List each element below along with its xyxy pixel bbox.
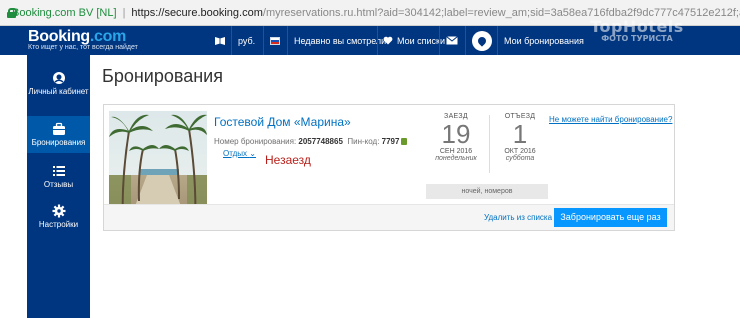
heart-icon [383, 36, 393, 45]
nights-rooms-summary: ночей, номеров [426, 184, 548, 199]
deals-icon[interactable] [214, 26, 226, 55]
currency-selector[interactable]: руб. [238, 26, 255, 55]
sidebar-item-label: Отзывы [43, 180, 74, 189]
header-divider [287, 26, 288, 55]
account-sidebar: Личный кабинет Бронирования Отзывы Настр… [27, 55, 90, 318]
header-divider [263, 26, 264, 55]
profile-icon [52, 72, 65, 84]
location-icon[interactable] [472, 26, 492, 55]
language-selector[interactable] [270, 26, 280, 55]
rebook-button[interactable]: Забронировать еще раз [554, 208, 667, 227]
booking-card: Гостевой Дом «Марина» Номер бронирования… [103, 104, 675, 231]
sidebar-item-profile[interactable]: Личный кабинет [27, 71, 90, 111]
messages-icon[interactable] [446, 26, 458, 55]
page-title: Бронирования [102, 66, 223, 86]
booking-card-footer: Удалить из списка Забронировать еще раз [104, 204, 674, 230]
chevron-down-icon: ⌄ [249, 149, 256, 158]
booking-number: 2057748865 [298, 137, 343, 146]
sidebar-item-label: Бронирования [31, 138, 86, 147]
sidebar-item-label: Настройки [38, 220, 79, 229]
list-icon [52, 166, 65, 176]
site-identity[interactable]: Booking.com BV [NL] [12, 7, 117, 19]
header-divider [377, 26, 378, 55]
header-divider [231, 26, 232, 55]
my-bookings-link[interactable]: Мои бронирования [504, 26, 584, 55]
date-divider [489, 115, 490, 173]
cant-find-booking-link[interactable]: Не можете найти бронирование? [549, 115, 672, 124]
my-lists-link[interactable]: Мои списки [383, 26, 445, 55]
sidebar-item-bookings[interactable]: Бронирования [27, 116, 90, 153]
header-divider [439, 26, 440, 55]
trip-type-dropdown[interactable]: Отдых ⌄ [223, 149, 256, 158]
russian-flag-icon [270, 36, 280, 45]
address-separator: | [122, 6, 126, 19]
checkin-date: ЗАЕЗД 19 СЕН 2016 понедельник [435, 113, 477, 162]
url-host[interactable]: https://secure.booking.com [131, 7, 262, 19]
checkout-date: ОТЪЕЗД 1 ОКТ 2016 суббота [504, 113, 536, 162]
booking-details: Номер бронирования: 2057748865 Пин-код: … [214, 137, 408, 146]
tophotels-watermark: TopHotels ФОТО ТУРИСТА [590, 17, 684, 43]
header-divider [497, 26, 498, 55]
suitcase-icon [52, 122, 65, 135]
gear-icon [52, 204, 65, 218]
header-divider [465, 26, 466, 55]
sidebar-item-label: Личный кабинет [28, 87, 89, 96]
remove-from-list-link[interactable]: Удалить из списка [484, 213, 552, 222]
tagline: Кто ищет у нас, тот всегда найдет [28, 44, 138, 51]
sidebar-item-settings[interactable]: Настройки [27, 204, 90, 234]
hotel-name-link[interactable]: Гостевой Дом «Марина» [214, 115, 351, 129]
sidebar-item-reviews[interactable]: Отзывы [27, 164, 90, 192]
pin-code: 7797 [381, 137, 400, 146]
status-badge: Незаезд [265, 153, 311, 167]
lock-icon [401, 138, 408, 145]
recently-viewed-link[interactable]: Недавно вы смотрели [294, 26, 386, 55]
